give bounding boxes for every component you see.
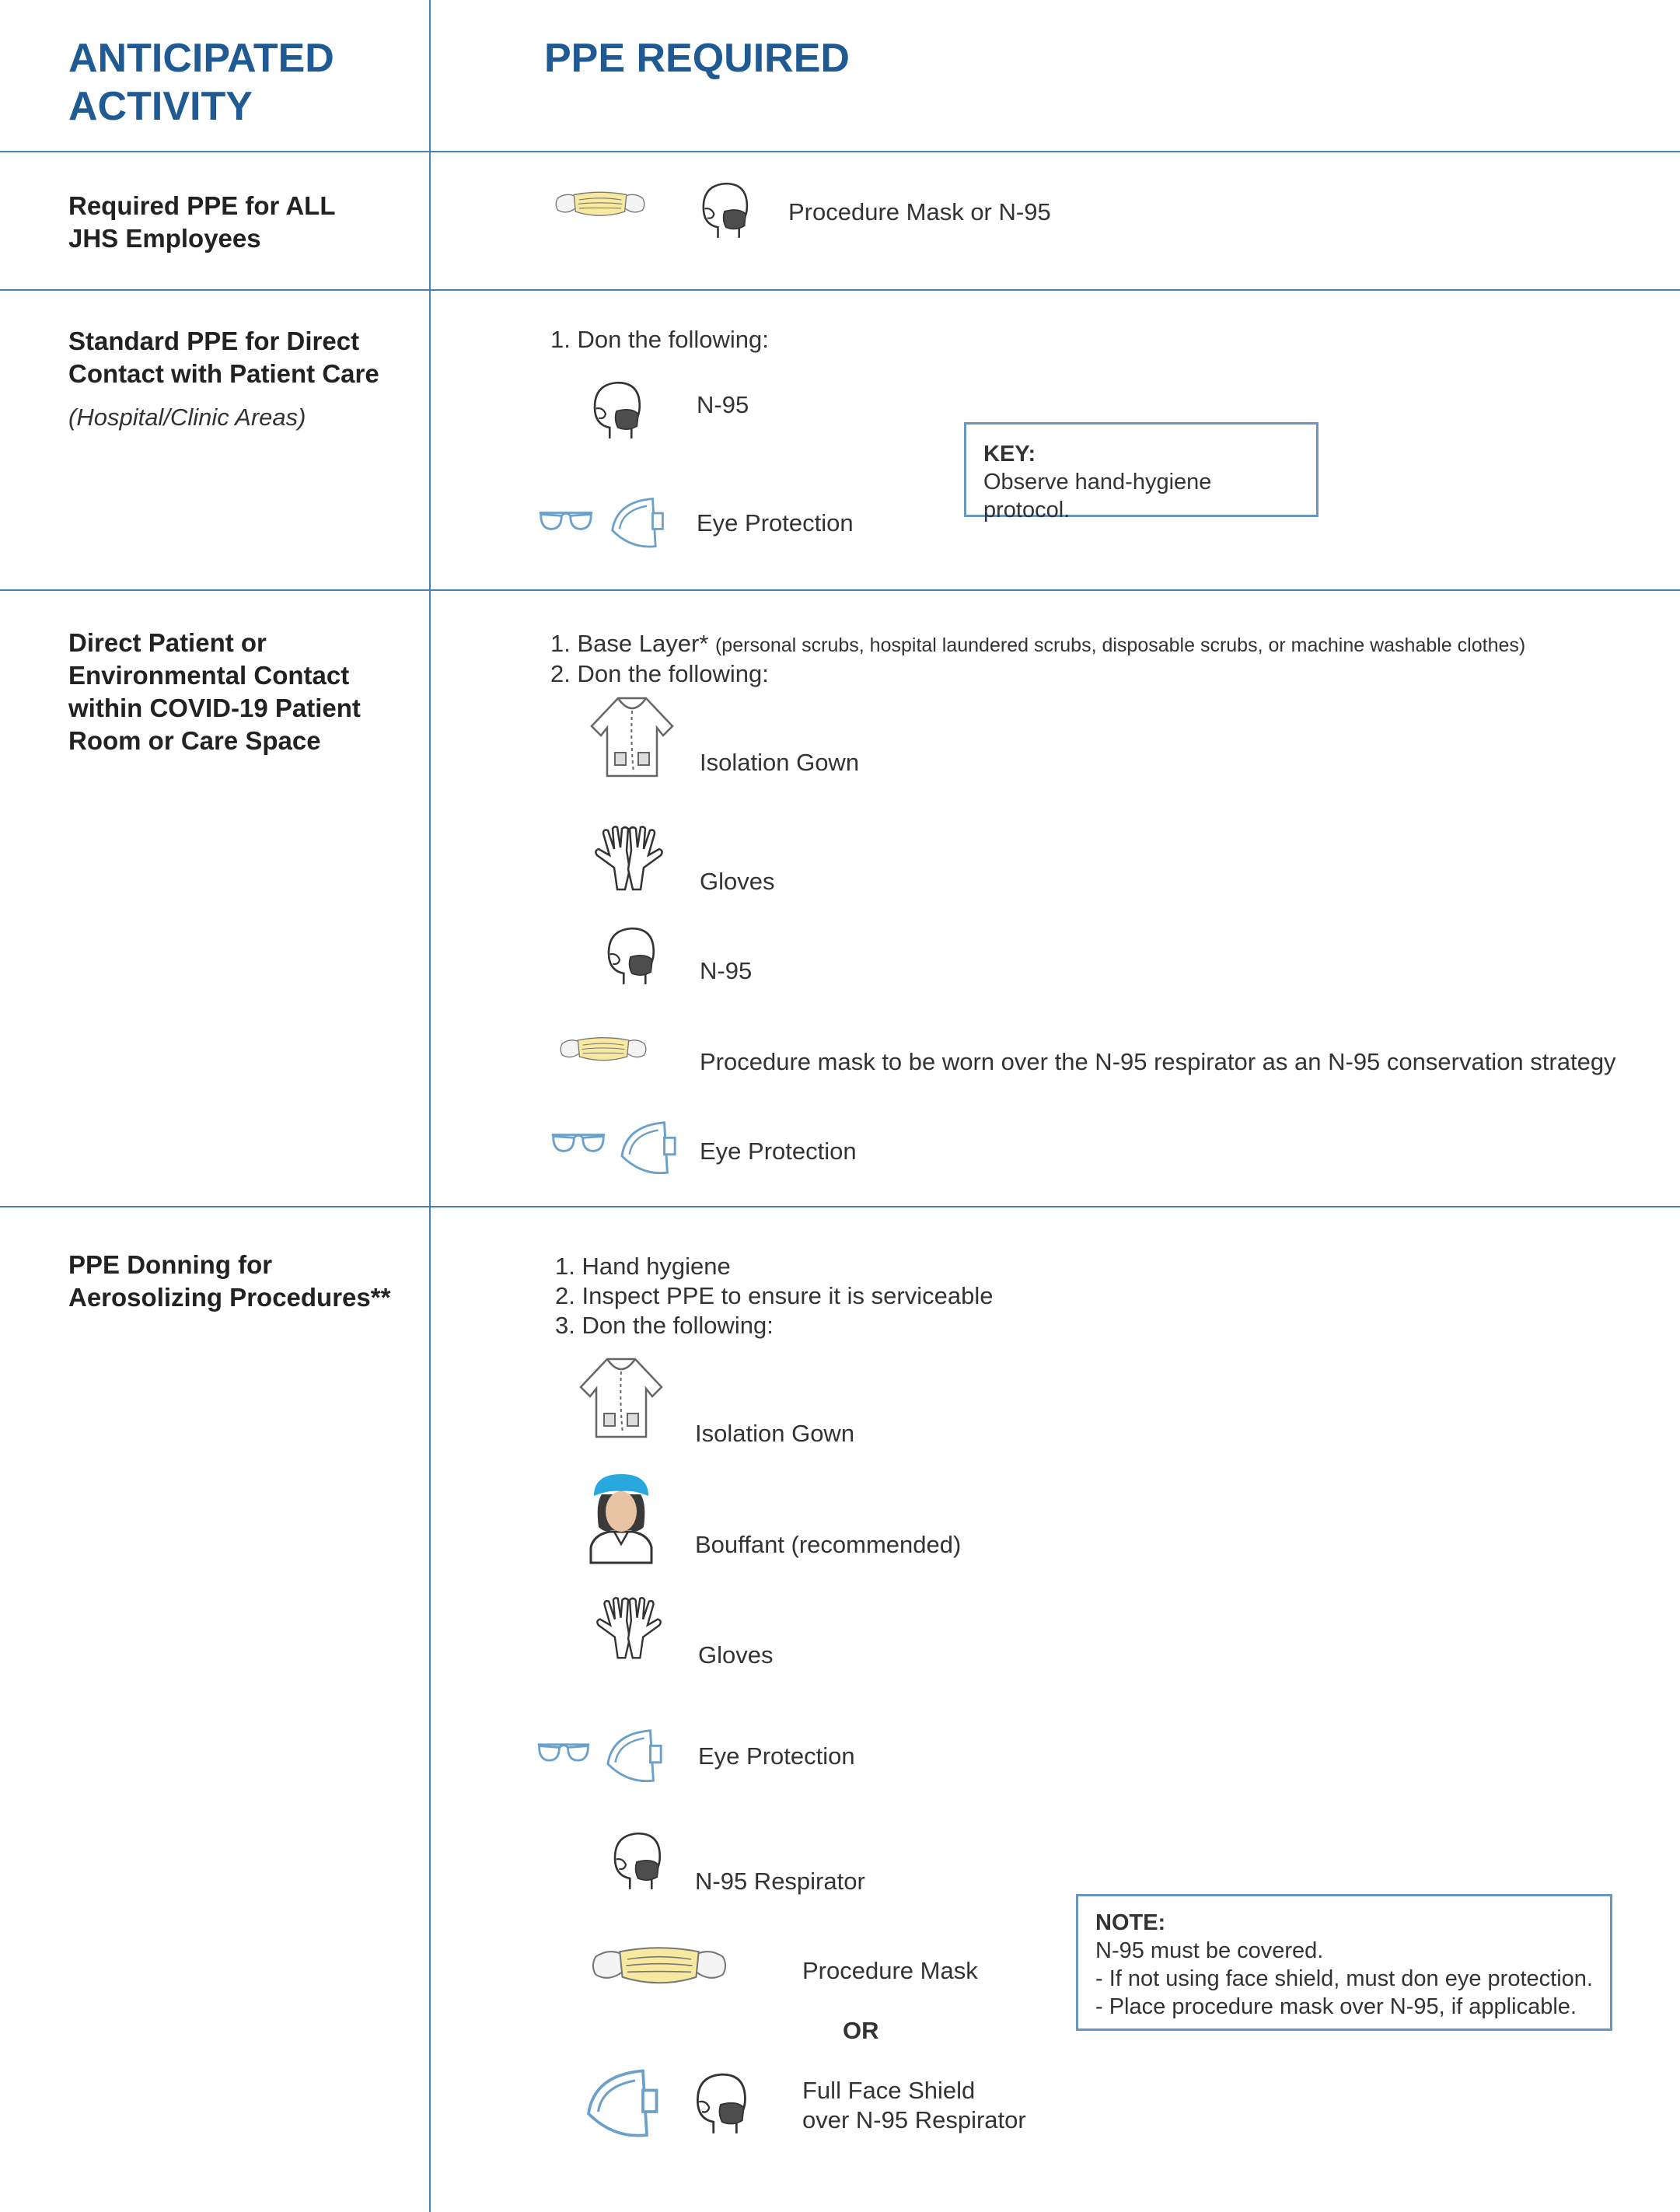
item-n95-respirator: N-95 Respirator: [695, 1868, 865, 1895]
item-gloves: Gloves: [700, 868, 775, 895]
bouffant-person-icon: [586, 1473, 656, 1566]
safety-glasses-icon: [549, 1127, 608, 1157]
n95-head-icon: [692, 2071, 749, 2137]
item-bouffant: Bouffant (recommended): [695, 1531, 962, 1558]
step-base-layer-detail: (personal scrubs, hospital laundered scr…: [714, 634, 1526, 656]
item-n95: N-95: [697, 391, 749, 418]
face-shield-icon: [619, 1118, 679, 1179]
item-eye-protection: Eye Protection: [697, 509, 854, 536]
row-divider: [0, 289, 1680, 291]
isolation-gown-icon: [585, 695, 679, 781]
header-ppe-required: PPE REQUIRED: [544, 36, 850, 81]
item-full-face-shield-line-2: over N-95 Respirator: [802, 2106, 1026, 2133]
note-line-3: - Place procedure mask over N-95, if app…: [1095, 1994, 1577, 2019]
step-don-following: 2. Don the following:: [550, 660, 769, 687]
step-inspect-ppe: 2. Inspect PPE to ensure it is serviceab…: [555, 1282, 994, 1309]
activity-covid-room: Direct Patient or Environmental Contact …: [68, 628, 361, 755]
procedure-mask-icon: [589, 1944, 729, 1989]
item-isolation-gown: Isolation Gown: [700, 749, 860, 776]
item-procedure-mask-conservation: Procedure mask to be worn over the N-95 …: [700, 1048, 1616, 1075]
row-divider: [0, 1206, 1680, 1207]
note-line-2: - If not using face shield, must don eye…: [1095, 1966, 1593, 1991]
ppe-guide-page: ANTICIPATED ACTIVITY PPE REQUIRED Requir…: [0, 0, 1680, 2212]
step-base-layer-main: 1. Base Layer*: [550, 630, 709, 657]
step-hand-hygiene: 1. Hand hygiene: [555, 1253, 731, 1280]
activity-standard-ppe: Standard PPE for Direct Contact with Pat…: [68, 325, 410, 434]
header-line-2: ACTIVITY: [68, 84, 253, 129]
item-full-face-shield-line-1: Full Face Shield: [802, 2077, 976, 2104]
header-anticipated-activity: ANTICIPATED ACTIVITY: [68, 34, 334, 131]
item-gloves: Gloves: [698, 1641, 774, 1669]
gloves-icon: [586, 824, 672, 894]
procedure-mask-icon: [554, 189, 647, 220]
row-divider: [0, 151, 1680, 152]
or-separator: OR: [843, 2017, 879, 2044]
ppe-text-mask-or-n95: Procedure Mask or N-95: [788, 198, 1051, 225]
safety-glasses-icon: [536, 505, 596, 535]
face-shield-icon: [609, 494, 667, 552]
n95-head-icon: [589, 379, 644, 442]
procedure-mask-icon: [558, 1034, 648, 1065]
activity-note-hospital-clinic: (Hospital/Clinic Areas): [68, 404, 306, 431]
n95-head-icon: [698, 180, 751, 241]
step-don-following: 3. Don the following:: [555, 1312, 774, 1339]
note-title: NOTE:: [1095, 1910, 1166, 1935]
item-full-face-shield: Full Face Shield over N-95 Respirator: [802, 2076, 1026, 2135]
column-divider: [429, 0, 431, 2212]
step-base-layer: 1. Base Layer* (personal scrubs, hospita…: [550, 629, 1525, 660]
item-eye-protection: Eye Protection: [698, 1742, 855, 1770]
activity-standard-ppe-title: Standard PPE for Direct Contact with Pat…: [68, 327, 379, 388]
face-shield-icon: [605, 1726, 665, 1787]
key-text: Observe hand-hygiene protocol.: [983, 470, 1212, 522]
isolation-gown-icon: [574, 1356, 669, 1441]
note-box: NOTE: N-95 must be covered. - If not usi…: [1076, 1894, 1612, 2031]
activity-all-employees: Required PPE for ALL JHS Employees: [68, 191, 335, 253]
safety-glasses-icon: [535, 1737, 592, 1766]
n95-head-icon: [603, 925, 658, 987]
activity-aerosolizing: PPE Donning for Aerosolizing Procedures*…: [68, 1250, 391, 1312]
note-line-1: N-95 must be covered.: [1095, 1938, 1324, 1963]
row-divider: [0, 589, 1680, 591]
item-n95: N-95: [700, 957, 753, 984]
key-title: KEY:: [983, 442, 1036, 467]
face-shield-icon: [585, 2065, 662, 2143]
gloves-icon: [588, 1595, 670, 1662]
item-procedure-mask: Procedure Mask: [802, 1957, 978, 1984]
item-isolation-gown: Isolation Gown: [695, 1420, 855, 1447]
item-eye-protection: Eye Protection: [700, 1137, 857, 1165]
step-don-following: 1. Don the following:: [550, 326, 769, 353]
header-line-1: ANTICIPATED: [68, 36, 334, 81]
n95-head-icon: [609, 1830, 664, 1892]
key-box: KEY: Observe hand-hygiene protocol.: [964, 422, 1319, 522]
